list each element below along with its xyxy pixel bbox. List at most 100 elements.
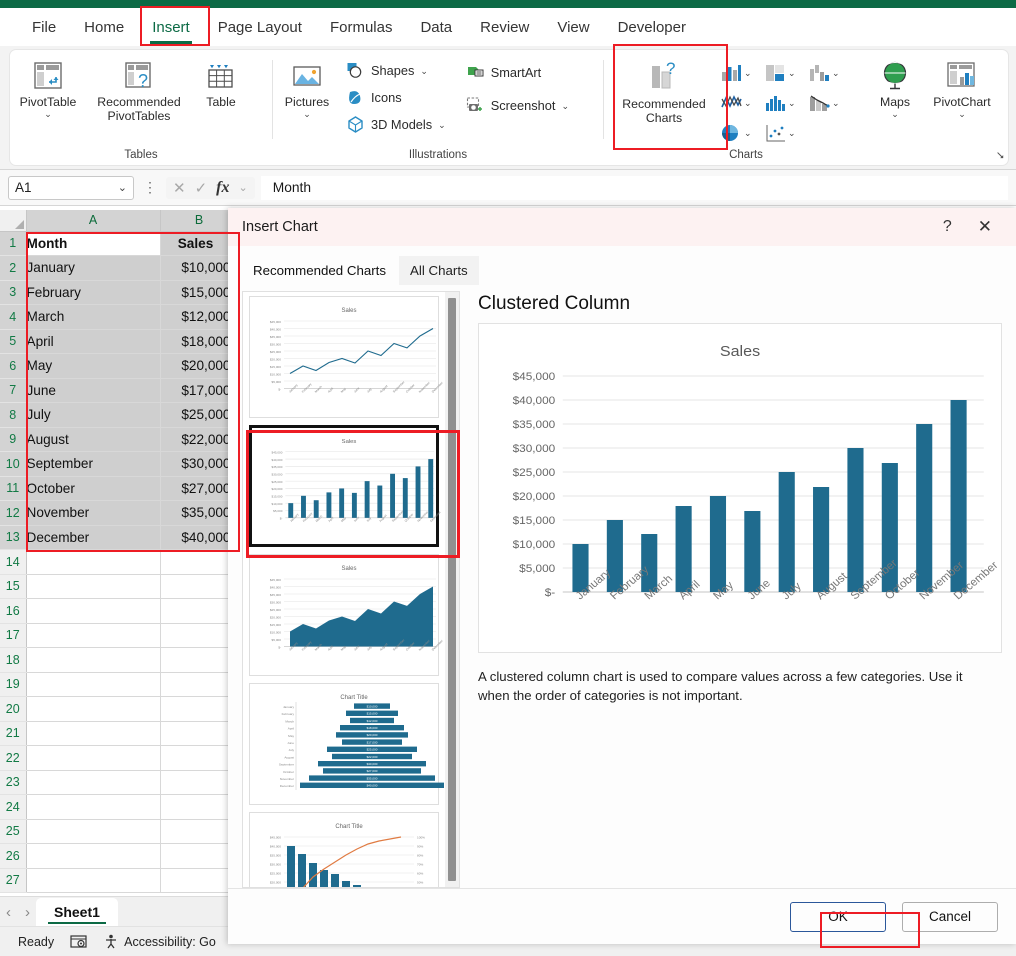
name-box-chevron-down-icon[interactable]: ⌄ xyxy=(118,181,127,194)
combo-chart-button[interactable]: ⌄ xyxy=(808,93,852,113)
line-chart-chevron-down-icon[interactable]: ⌄ xyxy=(744,99,752,108)
shapes-chevron-down-icon[interactable]: ⌄ xyxy=(420,66,428,76)
cell-a21[interactable] xyxy=(26,721,161,746)
ribbon-tab-home[interactable]: Home xyxy=(70,13,138,42)
thumbnail-scrollbar-thumb[interactable] xyxy=(448,298,456,881)
cell-a8[interactable]: July xyxy=(26,402,161,428)
thumbnail-scrollbar[interactable] xyxy=(445,292,459,887)
cell-a19[interactable] xyxy=(26,672,161,697)
cell-b5[interactable]: $18,000 xyxy=(160,329,239,354)
cancel-button[interactable]: Cancel xyxy=(902,901,998,932)
cell-b10[interactable]: $30,000 xyxy=(160,451,239,477)
row-header-13[interactable]: 13 xyxy=(0,525,27,550)
tab-recommended-charts[interactable]: Recommended Charts xyxy=(242,256,398,285)
row-header-1[interactable]: 1 xyxy=(0,231,27,256)
statistic-chart-chevron-down-icon[interactable]: ⌄ xyxy=(788,99,796,108)
pivotchart-button[interactable]: PivotChart ⌄ xyxy=(924,56,1000,119)
ribbon-tab-page-layout[interactable]: Page Layout xyxy=(204,13,316,42)
cell-a17[interactable] xyxy=(26,623,161,648)
row-header-23[interactable]: 23 xyxy=(0,770,27,795)
pivottable-chevron-down-icon[interactable]: ⌄ xyxy=(44,110,52,119)
cell-b17[interactable] xyxy=(160,623,239,648)
cell-b9[interactable]: $22,000 xyxy=(160,427,239,452)
3d-models-chevron-down-icon[interactable]: ⌄ xyxy=(438,120,446,130)
thumbnail-area-chart[interactable]: Sales $45,000 $40,000 $35,000 $30,000 $2… xyxy=(249,554,444,676)
cell-a25[interactable] xyxy=(26,819,161,844)
ribbon-tab-developer[interactable]: Developer xyxy=(604,13,700,42)
combo-chart-chevron-down-icon[interactable]: ⌄ xyxy=(832,99,840,108)
row-header-17[interactable]: 17 xyxy=(0,623,27,648)
cell-b4[interactable]: $12,000 xyxy=(160,304,239,330)
cell-b20[interactable] xyxy=(160,696,239,722)
next-sheet-icon[interactable]: › xyxy=(25,904,30,921)
row-header-26[interactable]: 26 xyxy=(0,843,27,869)
thumbnail-pareto-chart[interactable]: Chart Title $45,000 $40,000 $35,000 $30,00… xyxy=(249,812,439,887)
row-header-15[interactable]: 15 xyxy=(0,574,27,599)
row-header-7[interactable]: 7 xyxy=(0,378,27,403)
formula-bar-more-icon[interactable]: ⋮ xyxy=(140,179,160,196)
cell-a5[interactable]: April xyxy=(26,329,161,354)
cell-a12[interactable]: November xyxy=(26,500,161,526)
cell-a14[interactable] xyxy=(26,549,161,575)
cell-a13[interactable]: December xyxy=(26,525,161,550)
hierarchy-chart-button[interactable]: ⌄ xyxy=(764,63,808,83)
row-header-21[interactable]: 21 xyxy=(0,721,27,746)
icons-button[interactable]: Icons xyxy=(341,85,451,110)
row-header-12[interactable]: 12 xyxy=(0,500,27,526)
row-header-11[interactable]: 11 xyxy=(0,476,27,501)
cancel-formula-icon[interactable]: ✕ xyxy=(173,179,186,197)
thumbnail-clustered-column-chart[interactable]: Sales $45,000 $40,000 $35,000 $30,000 $2… xyxy=(249,425,442,547)
help-icon[interactable]: ? xyxy=(927,218,968,236)
scatter-chart-button[interactable]: ⌄ xyxy=(764,123,808,143)
waterfall-chart-button[interactable]: ⌄ xyxy=(808,63,852,83)
statistic-chart-button[interactable]: ⌄ xyxy=(764,93,808,113)
recommended-charts-button[interactable]: ? Recommended Charts xyxy=(612,56,716,125)
cell-a6[interactable]: May xyxy=(26,353,161,379)
cell-b25[interactable] xyxy=(160,819,239,844)
cell-b13[interactable]: $40,000 xyxy=(160,525,239,550)
row-header-25[interactable]: 25 xyxy=(0,819,27,844)
maps-button[interactable]: Maps ⌄ xyxy=(866,56,924,119)
row-header-22[interactable]: 22 xyxy=(0,745,27,771)
screenshot-chevron-down-icon[interactable]: ⌄ xyxy=(561,101,569,111)
cell-a15[interactable] xyxy=(26,574,161,599)
select-all-corner[interactable] xyxy=(0,210,27,232)
cell-b3[interactable]: $15,000 xyxy=(160,280,239,305)
smartart-button[interactable]: SmartArt xyxy=(461,60,574,85)
row-header-19[interactable]: 19 xyxy=(0,672,27,697)
cell-a22[interactable] xyxy=(26,745,161,771)
column-chart-button[interactable]: ⌄ xyxy=(720,63,764,83)
ribbon-tab-review[interactable]: Review xyxy=(466,13,543,42)
cell-b16[interactable] xyxy=(160,598,239,624)
pivottable-button[interactable]: PivotTable ⌄ xyxy=(10,56,86,119)
row-header-27[interactable]: 27 xyxy=(0,868,27,893)
insert-function-icon[interactable]: fx xyxy=(216,179,229,197)
cell-b15[interactable] xyxy=(160,574,239,599)
name-box[interactable]: A1 ⌄ xyxy=(8,175,134,200)
previous-sheet-icon[interactable]: ‹ xyxy=(6,904,11,921)
maps-chevron-down-icon[interactable]: ⌄ xyxy=(891,110,899,119)
cell-a7[interactable]: June xyxy=(26,378,161,403)
pie-chart-chevron-down-icon[interactable]: ⌄ xyxy=(744,129,752,138)
shapes-button[interactable]: Shapes ⌄ xyxy=(341,58,451,83)
cell-b2[interactable]: $10,000 xyxy=(160,255,239,281)
cell-b12[interactable]: $35,000 xyxy=(160,500,239,526)
row-header-24[interactable]: 24 xyxy=(0,794,27,820)
row-header-8[interactable]: 8 xyxy=(0,402,27,428)
cell-b22[interactable] xyxy=(160,745,239,771)
cell-a18[interactable] xyxy=(26,647,161,673)
cell-b8[interactable]: $25,000 xyxy=(160,402,239,428)
cell-b21[interactable] xyxy=(160,721,239,746)
formula-input[interactable]: Month xyxy=(260,175,1008,200)
workbook-statistics-icon[interactable] xyxy=(70,934,87,949)
column-header-a[interactable]: A xyxy=(26,210,161,232)
ok-button[interactable]: OK xyxy=(790,901,886,932)
pie-chart-button[interactable]: ⌄ xyxy=(720,123,764,143)
cell-a2[interactable]: January xyxy=(26,255,161,281)
pictures-button[interactable]: Pictures ⌄ xyxy=(273,56,341,119)
row-header-14[interactable]: 14 xyxy=(0,549,27,575)
cell-a16[interactable] xyxy=(26,598,161,624)
column-header-b[interactable]: B xyxy=(160,210,239,232)
cell-a3[interactable]: February xyxy=(26,280,161,305)
ribbon-tab-file[interactable]: File xyxy=(18,13,70,42)
